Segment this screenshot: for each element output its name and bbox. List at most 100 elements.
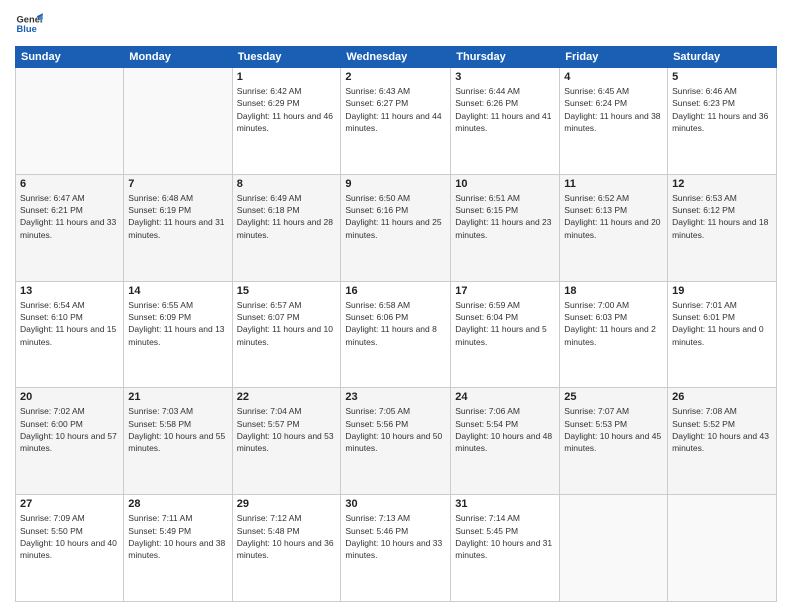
calendar-week-row: 20 Sunrise: 7:02 AM Sunset: 6:00 PM Dayli… (16, 388, 777, 495)
calendar-cell (668, 495, 777, 602)
day-info: Sunrise: 7:07 AM Sunset: 5:53 PM Dayligh… (564, 405, 663, 454)
calendar-cell: 28Sunrise: 7:11 AM Sunset: 5:49 PM Dayli… (124, 495, 232, 602)
calendar-cell: 1Sunrise: 6:42 AM Sunset: 6:29 PM Daylig… (232, 68, 341, 175)
day-number: 6 (20, 178, 119, 190)
day-number: 23 (345, 391, 446, 403)
calendar-cell: 30 Sunrise: 7:13 AM Sunset: 5:46 PM Dayli… (341, 495, 451, 602)
day-info: Sunrise: 6:57 AM Sunset: 6:07 PM Dayligh… (237, 299, 337, 348)
calendar-cell: 31 Sunrise: 7:14 AM Sunset: 5:45 PM Dayli… (451, 495, 560, 602)
day-info: Sunrise: 7:06 AM Sunset: 5:54 PM Dayligh… (455, 405, 555, 454)
day-number: 28 (128, 498, 227, 510)
day-info: Sunrise: 6:43 AM Sunset: 6:27 PM Dayligh… (345, 85, 446, 134)
calendar-cell: 24 Sunrise: 7:06 AM Sunset: 5:54 PM Dayli… (451, 388, 560, 495)
day-number: 12 (672, 178, 772, 190)
day-info: Sunrise: 6:52 AM Sunset: 6:13 PM Dayligh… (564, 192, 663, 241)
day-info: Sunrise: 7:04 AM Sunset: 5:57 PM Dayligh… (237, 405, 337, 454)
calendar-week-row: 13Sunrise: 6:54 AM Sunset: 6:10 PM Dayli… (16, 281, 777, 388)
weekday-header-monday: Monday (124, 47, 232, 68)
weekday-header-tuesday: Tuesday (232, 47, 341, 68)
day-number: 15 (237, 285, 337, 297)
calendar-cell: 29Sunrise: 7:12 AM Sunset: 5:48 PM Dayli… (232, 495, 341, 602)
calendar-cell: 16Sunrise: 6:58 AM Sunset: 6:06 PM Dayli… (341, 281, 451, 388)
calendar-table: SundayMondayTuesdayWednesdayThursdayFrid… (15, 46, 777, 602)
calendar-cell: 6 Sunrise: 6:47 AM Sunset: 6:21 PM Daylig… (16, 174, 124, 281)
header: General Blue (15, 10, 777, 38)
calendar-cell: 7 Sunrise: 6:48 AM Sunset: 6:19 PM Daylig… (124, 174, 232, 281)
day-number: 26 (672, 391, 772, 403)
calendar-week-row: 1Sunrise: 6:42 AM Sunset: 6:29 PM Daylig… (16, 68, 777, 175)
day-number: 29 (237, 498, 337, 510)
calendar-cell: 26Sunrise: 7:08 AM Sunset: 5:52 PM Dayli… (668, 388, 777, 495)
calendar-cell: 23Sunrise: 7:05 AM Sunset: 5:56 PM Dayli… (341, 388, 451, 495)
day-number: 30 (345, 498, 446, 510)
svg-text:Blue: Blue (17, 24, 37, 34)
calendar-cell: 14 Sunrise: 6:55 AM Sunset: 6:09 PM Dayli… (124, 281, 232, 388)
calendar-cell (124, 68, 232, 175)
day-number: 4 (564, 71, 663, 83)
day-info: Sunrise: 6:46 AM Sunset: 6:23 PM Dayligh… (672, 85, 772, 134)
day-number: 9 (345, 178, 446, 190)
calendar-cell (560, 495, 668, 602)
day-number: 11 (564, 178, 663, 190)
day-number: 16 (345, 285, 446, 297)
day-info: Sunrise: 6:49 AM Sunset: 6:18 PM Dayligh… (237, 192, 337, 241)
calendar-cell: 21 Sunrise: 7:03 AM Sunset: 5:58 PM Dayli… (124, 388, 232, 495)
calendar-cell: 10Sunrise: 6:51 AM Sunset: 6:15 PM Dayli… (451, 174, 560, 281)
calendar-cell: 3 Sunrise: 6:44 AM Sunset: 6:26 PM Daylig… (451, 68, 560, 175)
day-info: Sunrise: 7:01 AM Sunset: 6:01 PM Dayligh… (672, 299, 772, 348)
day-info: Sunrise: 6:54 AM Sunset: 6:10 PM Dayligh… (20, 299, 119, 348)
day-info: Sunrise: 7:13 AM Sunset: 5:46 PM Dayligh… (345, 512, 446, 561)
weekday-header-thursday: Thursday (451, 47, 560, 68)
calendar-cell: 8 Sunrise: 6:49 AM Sunset: 6:18 PM Daylig… (232, 174, 341, 281)
weekday-header-sunday: Sunday (16, 47, 124, 68)
day-number: 7 (128, 178, 227, 190)
logo: General Blue (15, 10, 43, 38)
calendar-cell: 27Sunrise: 7:09 AM Sunset: 5:50 PM Dayli… (16, 495, 124, 602)
day-info: Sunrise: 7:09 AM Sunset: 5:50 PM Dayligh… (20, 512, 119, 561)
day-info: Sunrise: 7:00 AM Sunset: 6:03 PM Dayligh… (564, 299, 663, 348)
day-number: 22 (237, 391, 337, 403)
calendar-cell: 2 Sunrise: 6:43 AM Sunset: 6:27 PM Daylig… (341, 68, 451, 175)
day-info: Sunrise: 6:44 AM Sunset: 6:26 PM Dayligh… (455, 85, 555, 134)
day-number: 3 (455, 71, 555, 83)
day-number: 24 (455, 391, 555, 403)
day-info: Sunrise: 7:03 AM Sunset: 5:58 PM Dayligh… (128, 405, 227, 454)
day-number: 19 (672, 285, 772, 297)
weekday-header-saturday: Saturday (668, 47, 777, 68)
day-info: Sunrise: 6:47 AM Sunset: 6:21 PM Dayligh… (20, 192, 119, 241)
calendar-cell: 9 Sunrise: 6:50 AM Sunset: 6:16 PM Daylig… (341, 174, 451, 281)
calendar-week-row: 6 Sunrise: 6:47 AM Sunset: 6:21 PM Daylig… (16, 174, 777, 281)
calendar-cell: 5Sunrise: 6:46 AM Sunset: 6:23 PM Daylig… (668, 68, 777, 175)
day-info: Sunrise: 6:55 AM Sunset: 6:09 PM Dayligh… (128, 299, 227, 348)
weekday-header-wednesday: Wednesday (341, 47, 451, 68)
day-info: Sunrise: 6:51 AM Sunset: 6:15 PM Dayligh… (455, 192, 555, 241)
calendar-cell: 13Sunrise: 6:54 AM Sunset: 6:10 PM Dayli… (16, 281, 124, 388)
day-info: Sunrise: 6:53 AM Sunset: 6:12 PM Dayligh… (672, 192, 772, 241)
day-number: 31 (455, 498, 555, 510)
day-info: Sunrise: 6:50 AM Sunset: 6:16 PM Dayligh… (345, 192, 446, 241)
calendar-cell: 22 Sunrise: 7:04 AM Sunset: 5:57 PM Dayli… (232, 388, 341, 495)
day-number: 14 (128, 285, 227, 297)
weekday-header-row: SundayMondayTuesdayWednesdayThursdayFrid… (16, 47, 777, 68)
calendar-cell: 25Sunrise: 7:07 AM Sunset: 5:53 PM Dayli… (560, 388, 668, 495)
day-info: Sunrise: 7:14 AM Sunset: 5:45 PM Dayligh… (455, 512, 555, 561)
day-info: Sunrise: 6:48 AM Sunset: 6:19 PM Dayligh… (128, 192, 227, 241)
day-number: 8 (237, 178, 337, 190)
logo-icon: General Blue (15, 10, 43, 38)
calendar-cell: 12 Sunrise: 6:53 AM Sunset: 6:12 PM Dayli… (668, 174, 777, 281)
day-info: Sunrise: 6:42 AM Sunset: 6:29 PM Dayligh… (237, 85, 337, 134)
weekday-header-friday: Friday (560, 47, 668, 68)
calendar-cell: 17Sunrise: 6:59 AM Sunset: 6:04 PM Dayli… (451, 281, 560, 388)
day-number: 20 (20, 391, 119, 403)
calendar-cell: 15 Sunrise: 6:57 AM Sunset: 6:07 PM Dayli… (232, 281, 341, 388)
day-number: 21 (128, 391, 227, 403)
day-info: Sunrise: 6:45 AM Sunset: 6:24 PM Dayligh… (564, 85, 663, 134)
calendar-cell: 19 Sunrise: 7:01 AM Sunset: 6:01 PM Dayli… (668, 281, 777, 388)
calendar-cell (16, 68, 124, 175)
calendar-cell: 4 Sunrise: 6:45 AM Sunset: 6:24 PM Daylig… (560, 68, 668, 175)
calendar-cell: 20 Sunrise: 7:02 AM Sunset: 6:00 PM Dayli… (16, 388, 124, 495)
day-number: 17 (455, 285, 555, 297)
day-number: 2 (345, 71, 446, 83)
day-number: 18 (564, 285, 663, 297)
day-info: Sunrise: 7:02 AM Sunset: 6:00 PM Dayligh… (20, 405, 119, 454)
